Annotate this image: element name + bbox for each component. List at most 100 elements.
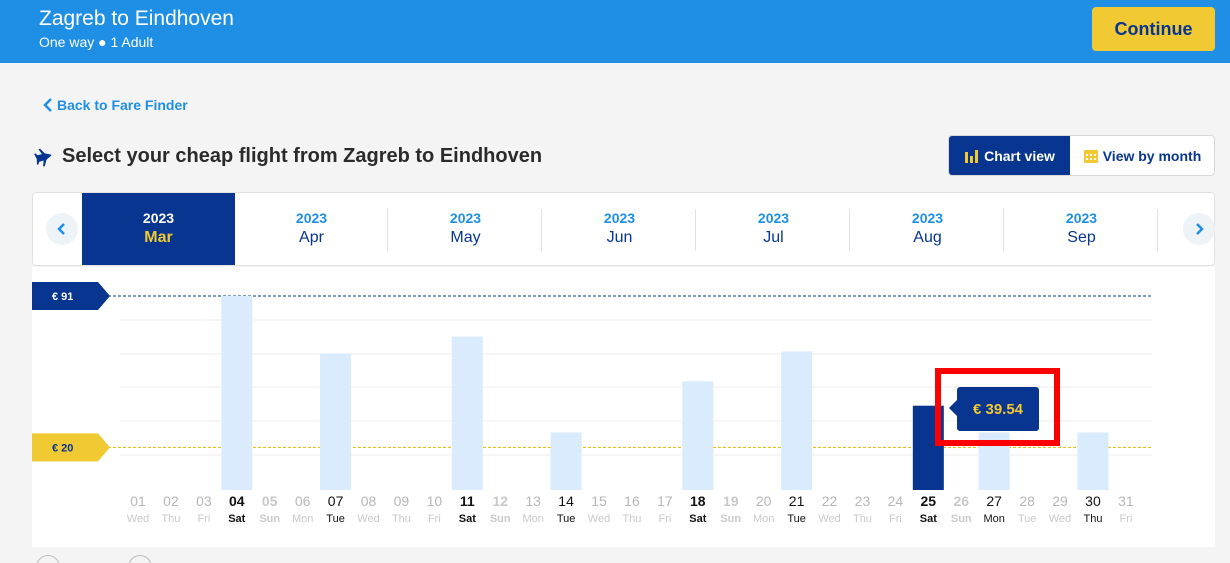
month-tab-jul[interactable]: 2023 Jul (697, 193, 850, 265)
day-number: 06 (295, 493, 311, 509)
header-bar: Zagreb to Eindhoven One way ● 1 Adult Co… (0, 0, 1230, 63)
fare-bar[interactable] (550, 432, 582, 490)
month-tab-mar[interactable]: 2023 Mar (82, 193, 235, 265)
weekday-label: Wed (357, 513, 379, 525)
fare-bar[interactable] (451, 336, 483, 490)
day-number: 08 (361, 493, 377, 509)
back-link-label: Back to Fare Finder (57, 97, 188, 113)
day-number: 13 (525, 493, 541, 509)
month-selector: 2023 Mar 2023 Apr 2023 May 2023 Jun 2023… (32, 192, 1215, 266)
route-title: Zagreb to Eindhoven (39, 7, 234, 30)
day-number: 31 (1118, 493, 1134, 509)
day-number: 12 (492, 493, 508, 509)
month-tab-may[interactable]: 2023 May (389, 193, 542, 265)
divider (541, 209, 542, 251)
day-number: 03 (196, 493, 212, 509)
max-fare-label-text: € 91 (52, 291, 73, 303)
chevron-left-icon (57, 223, 65, 235)
day-number: 21 (789, 493, 805, 509)
day-number: 19 (723, 493, 739, 509)
divider (1157, 209, 1158, 251)
month-tab-aug[interactable]: 2023 Aug (851, 193, 1004, 265)
fare-bar[interactable] (682, 381, 714, 490)
weekday-label: Wed (588, 513, 610, 525)
view-by-month-button[interactable]: View by month (1070, 136, 1214, 175)
month-tab-jun[interactable]: 2023 Jun (543, 193, 696, 265)
weekday-label: Sun (259, 513, 280, 525)
day-number: 24 (888, 493, 904, 509)
day-number: 14 (558, 493, 574, 509)
chevron-left-icon (43, 98, 52, 112)
day-number: 28 (1019, 493, 1035, 509)
bar-chart-icon (965, 149, 979, 163)
max-fare-label: € 91 (32, 282, 110, 310)
radio-option[interactable] (128, 555, 152, 563)
fare-bar[interactable] (320, 353, 352, 490)
month-tab-apr[interactable]: 2023 Apr (235, 193, 388, 265)
next-month-button[interactable] (1183, 213, 1215, 245)
weekday-label: Tue (557, 513, 576, 525)
divider (387, 209, 388, 251)
radio-option[interactable] (36, 555, 60, 563)
weekday-label: Fri (197, 513, 210, 525)
weekday-label: Thu (1083, 513, 1102, 525)
continue-button[interactable]: Continue (1092, 7, 1215, 51)
day-number: 23 (855, 493, 871, 509)
weekday-label: Mon (753, 513, 774, 525)
airplane-icon (34, 148, 52, 166)
fare-bar[interactable] (781, 351, 813, 490)
month-year: 2023 (911, 210, 944, 226)
divider (695, 209, 696, 251)
day-number: 11 (460, 493, 475, 509)
weekday-label: Wed (1049, 513, 1071, 525)
weekday-label: Mon (522, 513, 543, 525)
view-toggle: Chart view View by month (948, 135, 1215, 176)
day-number: 26 (953, 493, 969, 509)
month-name: Aug (913, 229, 942, 246)
divider (1003, 209, 1004, 251)
weekday-label: Sat (228, 513, 245, 525)
weekday-label: Wed (818, 513, 840, 525)
view-by-month-label: View by month (1102, 147, 1202, 164)
day-number: 01 (130, 493, 146, 509)
fare-bar[interactable] (1077, 432, 1109, 490)
fare-bar[interactable] (221, 296, 253, 490)
month-year: 2023 (449, 210, 482, 226)
weekday-label: Fri (658, 513, 671, 525)
day-number: 20 (756, 493, 772, 509)
weekday-label: Mon (292, 513, 313, 525)
day-number: 10 (427, 493, 443, 509)
month-tab-sep[interactable]: 2023 Sep (1005, 193, 1158, 265)
chart-view-button[interactable]: Chart view (949, 136, 1070, 175)
weekday-label: Fri (428, 513, 441, 525)
highlight-box (935, 368, 1060, 446)
day-number: 05 (262, 493, 278, 509)
weekday-label: Sat (920, 513, 937, 525)
day-number: 02 (163, 493, 179, 509)
weekday-label: Thu (622, 513, 641, 525)
back-to-fare-finder-link[interactable]: Back to Fare Finder (43, 97, 188, 113)
month-name: Jul (763, 229, 784, 246)
weekday-label: Tue (1018, 513, 1037, 525)
chart-view-label: Chart view (984, 147, 1055, 164)
day-number: 15 (591, 493, 607, 509)
day-number: 25 (921, 493, 937, 509)
day-number: 07 (328, 493, 344, 509)
page-heading: Select your cheap flight from Zagreb to … (34, 145, 542, 168)
page-title: Select your cheap flight from Zagreb to … (62, 145, 543, 167)
day-number: 09 (394, 493, 410, 509)
month-name: May (450, 229, 481, 246)
divider (849, 209, 850, 251)
month-name: Sep (1067, 229, 1096, 246)
weekday-label: Thu (161, 513, 180, 525)
previous-month-button[interactable] (46, 213, 78, 245)
day-number: 16 (624, 493, 640, 509)
trip-summary: One way ● 1 Adult (39, 34, 154, 50)
weekday-label: Fri (1119, 513, 1132, 525)
weekday-label: Thu (392, 513, 411, 525)
month-name: Jun (606, 229, 633, 246)
weekday-label: Mon (983, 513, 1004, 525)
weekday-label: Sun (951, 513, 972, 525)
day-number: 17 (657, 493, 673, 509)
month-name: Apr (299, 229, 324, 246)
